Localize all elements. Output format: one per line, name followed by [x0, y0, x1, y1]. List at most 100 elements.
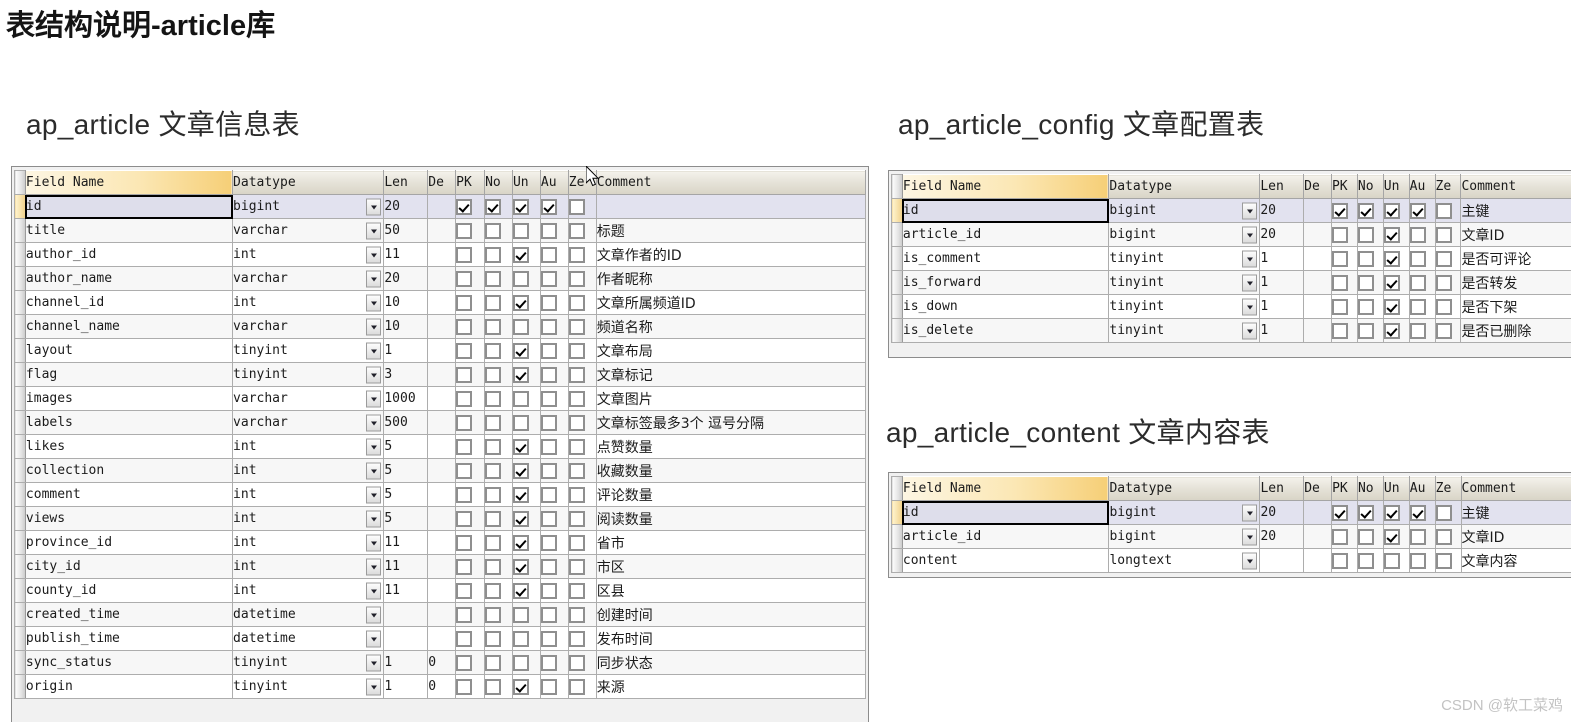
cell-pk[interactable]	[456, 651, 485, 675]
checkbox-au[interactable]	[541, 511, 557, 527]
cell-datatype[interactable]: int	[233, 435, 384, 459]
cell-un[interactable]	[512, 459, 540, 483]
cell-un[interactable]	[512, 387, 540, 411]
checkbox-pk[interactable]	[1332, 505, 1348, 521]
cell-ze[interactable]	[1435, 549, 1461, 573]
checkbox-ze[interactable]	[569, 631, 585, 647]
cell-de[interactable]	[1304, 223, 1332, 247]
chevron-down-icon[interactable]	[366, 654, 381, 671]
cell-au[interactable]	[540, 411, 568, 435]
checkbox-un[interactable]	[1384, 203, 1400, 219]
checkbox-au[interactable]	[541, 583, 557, 599]
cell-datatype[interactable]: tinyint	[1109, 271, 1260, 295]
cell-comment[interactable]: 文章图片	[596, 387, 865, 411]
chevron-down-icon[interactable]	[1242, 226, 1257, 243]
column-header-comment[interactable]: Comment	[1461, 175, 1571, 199]
cell-un[interactable]	[512, 483, 540, 507]
table-grid-ap-article-config[interactable]: Field NameDatatypeLenDePKNoUnAuZeComment…	[888, 170, 1571, 358]
cell-field-name[interactable]: channel_id	[25, 291, 232, 315]
checkbox-au[interactable]	[1410, 275, 1426, 291]
cell-ze[interactable]	[1435, 501, 1461, 525]
chevron-down-icon[interactable]	[366, 270, 381, 287]
cell-no[interactable]	[1357, 525, 1383, 549]
checkbox-au[interactable]	[1410, 299, 1426, 315]
checkbox-no[interactable]	[485, 655, 501, 671]
cell-de[interactable]	[428, 579, 456, 603]
cell-comment[interactable]: 文章所属频道ID	[596, 291, 865, 315]
checkbox-pk[interactable]	[456, 439, 472, 455]
row-gutter-cell[interactable]	[15, 459, 26, 483]
checkbox-au[interactable]	[1410, 529, 1426, 545]
cell-len[interactable]: 1	[384, 339, 428, 363]
cell-field-name[interactable]: origin	[25, 675, 232, 699]
cell-ze[interactable]	[568, 267, 596, 291]
cell-pk[interactable]	[456, 555, 485, 579]
cell-pk[interactable]	[456, 195, 485, 219]
cell-un[interactable]	[1383, 501, 1409, 525]
row-gutter-cell[interactable]	[15, 363, 26, 387]
cell-no[interactable]	[485, 315, 513, 339]
checkbox-ze[interactable]	[1436, 251, 1452, 267]
checkbox-au[interactable]	[1410, 323, 1426, 339]
checkbox-ze[interactable]	[569, 367, 585, 383]
table-row[interactable]: publish_timedatetime发布时间	[15, 627, 866, 651]
cell-pk[interactable]	[1331, 199, 1357, 223]
checkbox-un[interactable]	[513, 247, 529, 263]
chevron-down-icon[interactable]	[366, 246, 381, 263]
cell-ze[interactable]	[568, 435, 596, 459]
cell-ze[interactable]	[568, 315, 596, 339]
checkbox-ze[interactable]	[569, 391, 585, 407]
cell-field-name[interactable]: comment	[25, 483, 232, 507]
row-gutter-cell[interactable]	[15, 435, 26, 459]
cell-comment[interactable]: 文章ID	[1461, 525, 1571, 549]
cell-au[interactable]	[540, 363, 568, 387]
cell-no[interactable]	[485, 459, 513, 483]
table-row[interactable]: commentint5评论数量	[15, 483, 866, 507]
cell-field-name[interactable]: id	[902, 501, 1109, 525]
checkbox-ze[interactable]	[1436, 275, 1452, 291]
checkbox-pk[interactable]	[1332, 275, 1348, 291]
row-gutter-cell[interactable]	[892, 247, 903, 271]
cell-datatype[interactable]: int	[233, 555, 384, 579]
checkbox-pk[interactable]	[1332, 299, 1348, 315]
cell-no[interactable]	[1357, 295, 1383, 319]
db-structure-table[interactable]: Field NameDatatypeLenDePKNoUnAuZeComment…	[14, 170, 866, 699]
cell-pk[interactable]	[456, 243, 485, 267]
cell-field-name[interactable]: author_name	[25, 267, 232, 291]
checkbox-no[interactable]	[485, 271, 501, 287]
column-header-comment[interactable]: Comment	[1461, 477, 1571, 501]
cell-len[interactable]: 11	[384, 531, 428, 555]
row-gutter-cell[interactable]	[15, 531, 26, 555]
cell-de[interactable]	[1304, 319, 1332, 343]
cell-au[interactable]	[540, 603, 568, 627]
chevron-down-icon[interactable]	[366, 366, 381, 383]
cell-pk[interactable]	[456, 291, 485, 315]
checkbox-ze[interactable]	[1436, 553, 1452, 569]
checkbox-pk[interactable]	[456, 511, 472, 527]
cell-datatype[interactable]: bigint	[1109, 199, 1260, 223]
checkbox-un[interactable]	[513, 487, 529, 503]
checkbox-no[interactable]	[485, 223, 501, 239]
chevron-down-icon[interactable]	[1242, 504, 1257, 521]
cell-field-name[interactable]: channel_name	[25, 315, 232, 339]
cell-len[interactable]: 1	[384, 675, 428, 699]
checkbox-ze[interactable]	[569, 271, 585, 287]
cell-comment[interactable]: 同步状态	[596, 651, 865, 675]
cell-de[interactable]	[428, 387, 456, 411]
cell-field-name[interactable]: province_id	[25, 531, 232, 555]
column-header-len[interactable]: Len	[1260, 477, 1304, 501]
cell-au[interactable]	[540, 555, 568, 579]
cell-ze[interactable]	[568, 579, 596, 603]
checkbox-un[interactable]	[513, 391, 529, 407]
checkbox-un[interactable]	[513, 367, 529, 383]
cell-field-name[interactable]: is_down	[902, 295, 1109, 319]
cell-pk[interactable]	[1332, 525, 1358, 549]
cell-au[interactable]	[1409, 525, 1435, 549]
cell-datatype[interactable]: longtext	[1109, 549, 1260, 573]
cell-de[interactable]	[428, 459, 456, 483]
cell-no[interactable]	[1357, 319, 1383, 343]
table-row[interactable]: origintinyint10来源	[15, 675, 866, 699]
row-gutter-cell[interactable]	[15, 627, 26, 651]
checkbox-un[interactable]	[513, 631, 529, 647]
cell-pk[interactable]	[456, 387, 485, 411]
